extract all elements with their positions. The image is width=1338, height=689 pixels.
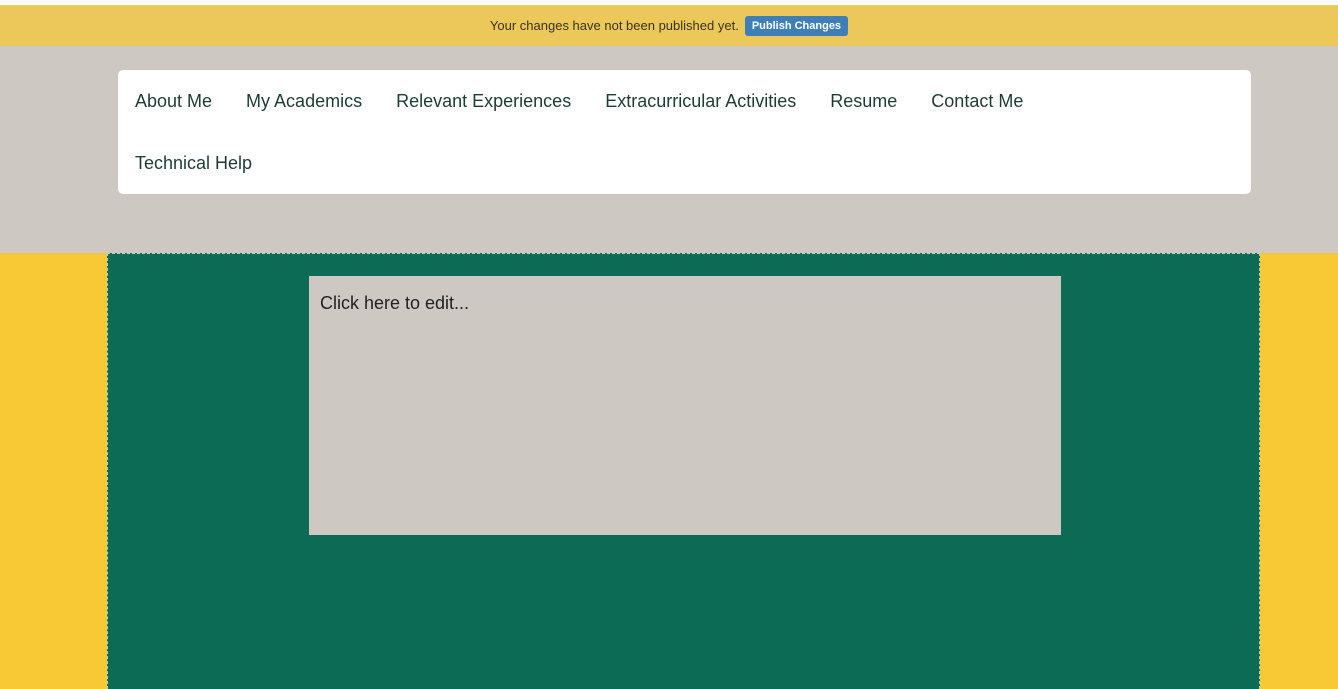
editable-text-block[interactable]: Click here to edit...	[309, 276, 1061, 535]
main-content-panel: Click here to edit...	[107, 253, 1260, 689]
left-margin	[0, 253, 107, 689]
site-header: About Me My Academics Relevant Experienc…	[0, 46, 1338, 253]
nav-item-resume[interactable]: Resume	[830, 91, 897, 112]
publish-changes-button[interactable]: Publish Changes	[744, 15, 849, 36]
nav-item-extracurricular-activities[interactable]: Extracurricular Activities	[605, 91, 796, 112]
publish-notice-bar: Your changes have not been published yet…	[0, 0, 1338, 46]
right-margin	[1260, 253, 1338, 689]
nav-item-technical-help[interactable]: Technical Help	[135, 153, 252, 174]
nav-row-2: Technical Help	[135, 132, 1251, 194]
nav-item-contact-me[interactable]: Contact Me	[931, 91, 1023, 112]
nav-item-my-academics[interactable]: My Academics	[246, 91, 362, 112]
nav-row-1: About Me My Academics Relevant Experienc…	[135, 70, 1251, 132]
unpublished-message: Your changes have not been published yet…	[489, 18, 739, 33]
main-navigation: About Me My Academics Relevant Experienc…	[118, 70, 1251, 194]
nav-item-about-me[interactable]: About Me	[135, 91, 212, 112]
nav-item-relevant-experiences[interactable]: Relevant Experiences	[396, 91, 571, 112]
